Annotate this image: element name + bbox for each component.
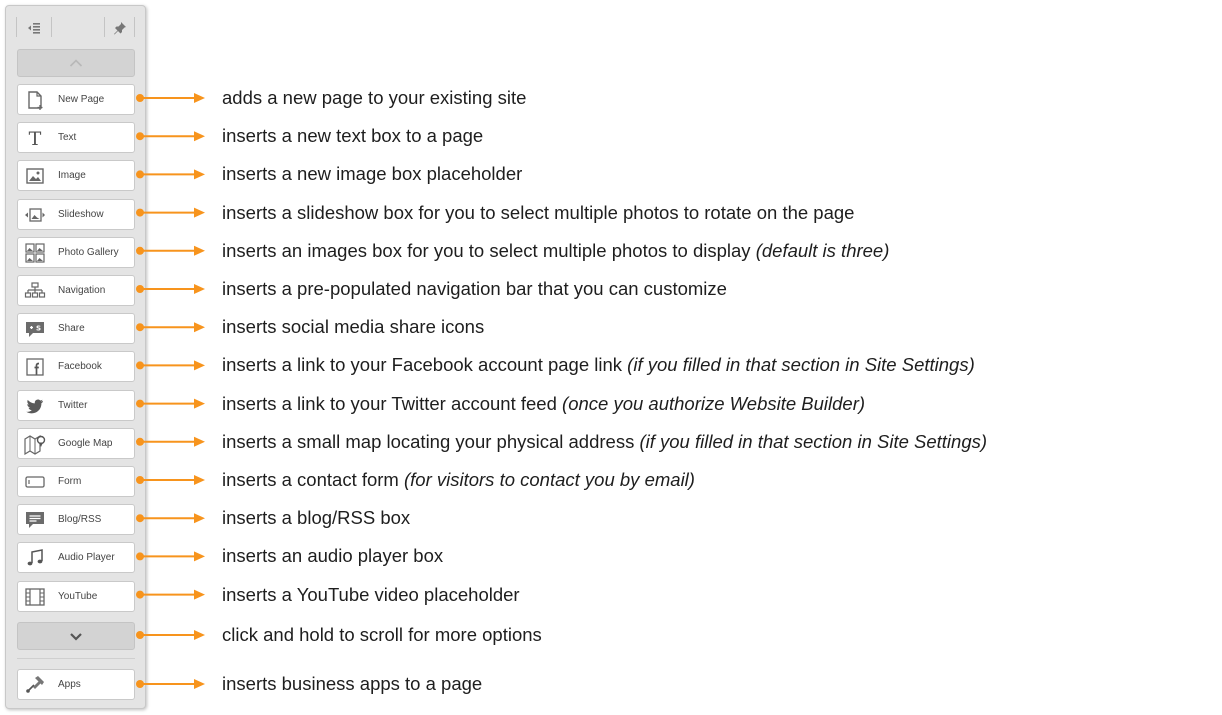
description-text: inserts a pre-populated navigation bar t… [222, 278, 727, 299]
callout-description: inserts an images box for you to select … [222, 239, 889, 263]
description-text: inserts a link to your Twitter account f… [222, 392, 563, 414]
description-note: (for visitors to contact you by email) [403, 469, 695, 490]
callout-description: inserts a new text box to a page [222, 124, 483, 148]
description-text: inserts a contact form [222, 469, 404, 490]
description-note: (if you filled in that section in Site S… [639, 430, 988, 452]
description-text: adds a new page to your existing site [222, 87, 527, 108]
callout-description: adds a new page to your existing site [222, 86, 526, 110]
description-text: inserts an audio player box [222, 545, 444, 567]
callout-description: inserts a pre-populated navigation bar t… [222, 277, 727, 301]
description-text: inserts a small map locating your physic… [222, 430, 640, 452]
callout-arrow [136, 245, 205, 256]
callout-description: inserts a blog/RSS box [222, 506, 410, 530]
callout-arrow [136, 475, 205, 485]
callout-arrow [136, 284, 205, 294]
callout-arrow [136, 207, 205, 218]
callout-description: inserts social media share icons [222, 315, 484, 339]
callout-arrow [136, 513, 205, 524]
callout-description: click and hold to scroll for more option… [222, 623, 542, 647]
callout-description: inserts a small map locating your physic… [222, 430, 987, 454]
callout-arrow [136, 551, 205, 562]
description-text: click and hold to scroll for more option… [222, 624, 542, 645]
description-text: inserts social media share icons [222, 316, 485, 338]
callout-arrow [136, 630, 205, 640]
description-text: inserts a blog/RSS box [222, 507, 411, 529]
callout-description: inserts a YouTube video placeholder [222, 583, 520, 607]
description-note: (once you authorize Website Builder) [562, 392, 866, 414]
callout-arrow [136, 131, 205, 142]
callout-arrow [136, 169, 205, 180]
description-note: (default is three) [755, 239, 890, 261]
description-text: inserts a new image box placeholder [222, 163, 523, 185]
callout-description: inserts a slideshow box for you to selec… [222, 201, 854, 225]
description-text: inserts a YouTube video placeholder [222, 583, 520, 605]
description-note: (if you filled in that section in Site S… [627, 354, 975, 376]
description-text: inserts a link to your Facebook account … [222, 354, 628, 376]
callout-arrow [136, 322, 205, 333]
callout-description: inserts a new image box placeholder [222, 162, 522, 186]
description-text: inserts an images box for you to select … [222, 239, 756, 261]
callout-arrow [136, 93, 205, 103]
callout-arrow [136, 398, 205, 409]
callout-description: inserts an audio player box [222, 544, 443, 568]
description-text: inserts business apps to a page [222, 673, 483, 694]
callout-arrow [136, 436, 205, 447]
callout-description: inserts a contact form (for visitors to … [222, 468, 695, 492]
callout-arrow [136, 360, 205, 371]
callout-arrow [136, 679, 205, 689]
description-text: inserts a new text box to a page [222, 125, 484, 147]
callout-arrow [136, 589, 205, 600]
description-text: inserts a slideshow box for you to selec… [222, 201, 855, 223]
callout-description: inserts business apps to a page [222, 672, 482, 696]
callout-description: inserts a link to your Twitter account f… [222, 392, 865, 416]
callout-description: inserts a link to your Facebook account … [222, 353, 975, 377]
